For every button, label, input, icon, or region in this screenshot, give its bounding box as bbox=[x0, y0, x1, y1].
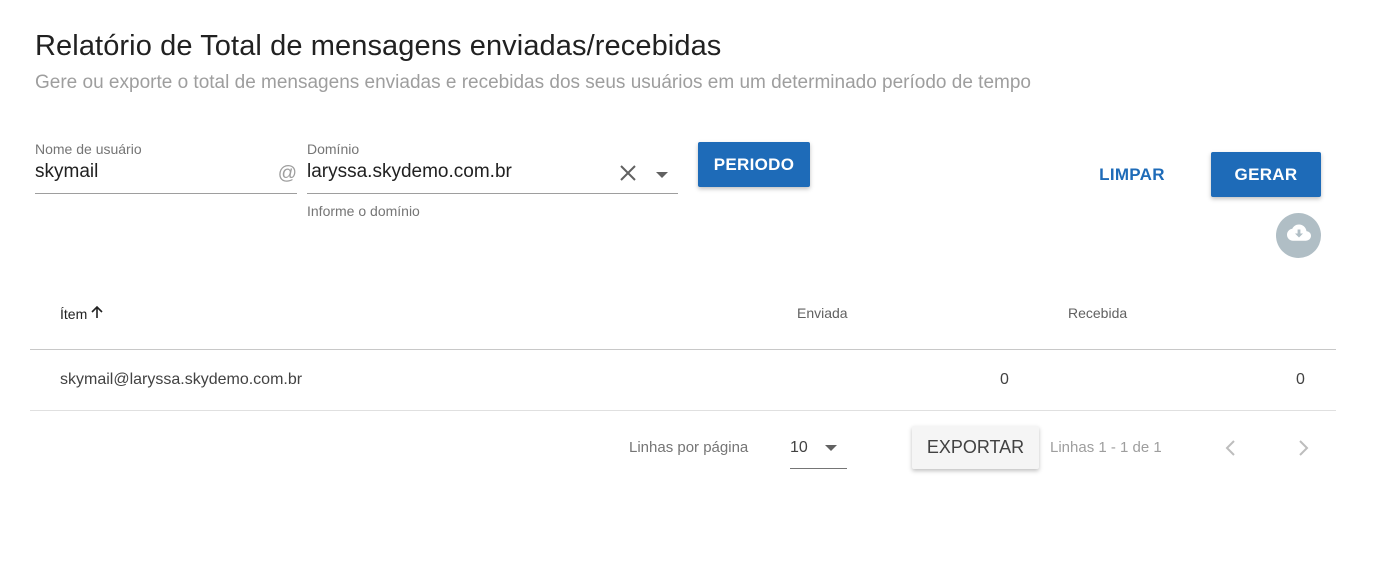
pagination-range: Linhas 1 - 1 de 1 bbox=[1050, 439, 1162, 456]
username-input[interactable]: skymail bbox=[35, 161, 98, 183]
cell-enviada: 0 bbox=[1000, 371, 1009, 388]
domain-label: Domínio bbox=[307, 141, 360, 157]
table-row: skymail@laryssa.skydemo.com.br 0 0 bbox=[30, 350, 1336, 411]
domain-underline bbox=[307, 193, 678, 194]
page-subtitle: Gere ou exporte o total de mensagens env… bbox=[35, 72, 1031, 93]
domain-input[interactable]: laryssa.skydemo.com.br bbox=[307, 161, 512, 183]
at-suffix: @ bbox=[277, 163, 297, 184]
clear-icon[interactable] bbox=[616, 161, 640, 185]
domain-field[interactable]: Domínio laryssa.skydemo.com.br Informe o… bbox=[307, 141, 678, 221]
username-label: Nome de usuário bbox=[35, 141, 142, 157]
column-header-enviada[interactable]: Enviada bbox=[797, 305, 848, 321]
arrow-up-icon bbox=[90, 305, 104, 322]
column-header-item[interactable]: Ítem bbox=[60, 305, 104, 322]
chevron-right-icon[interactable] bbox=[1291, 436, 1315, 460]
username-underline bbox=[35, 193, 297, 194]
limpar-button[interactable]: LIMPAR bbox=[1090, 152, 1174, 197]
column-header-recebida[interactable]: Recebida bbox=[1068, 305, 1127, 321]
cloud-download-icon bbox=[1286, 223, 1312, 248]
chevron-down-icon[interactable] bbox=[656, 172, 668, 178]
exportar-button[interactable]: EXPORTAR bbox=[912, 426, 1039, 469]
report-table: Ítem Enviada Recebida skymail@laryssa.sk… bbox=[30, 285, 1336, 411]
cell-recebida: 0 bbox=[1296, 371, 1305, 388]
page-title: Relatório de Total de mensagens enviadas… bbox=[35, 30, 722, 62]
download-button[interactable] bbox=[1276, 213, 1321, 258]
domain-hint: Informe o domínio bbox=[307, 203, 420, 219]
cell-item: skymail@laryssa.skydemo.com.br bbox=[60, 371, 303, 388]
rows-per-page-value: 10 bbox=[790, 439, 808, 456]
username-field[interactable]: Nome de usuário skymail @ bbox=[35, 141, 297, 197]
column-header-item-label: Ítem bbox=[60, 305, 88, 322]
chevron-left-icon[interactable] bbox=[1219, 436, 1243, 460]
rows-per-page-label: Linhas por página bbox=[629, 439, 749, 456]
periodo-button[interactable]: PERIODO bbox=[698, 142, 810, 187]
table-header: Ítem Enviada Recebida bbox=[30, 285, 1336, 350]
gerar-button[interactable]: GERAR bbox=[1211, 152, 1321, 197]
rows-per-page-select[interactable]: 10 bbox=[790, 430, 847, 469]
chevron-down-icon bbox=[825, 445, 837, 451]
